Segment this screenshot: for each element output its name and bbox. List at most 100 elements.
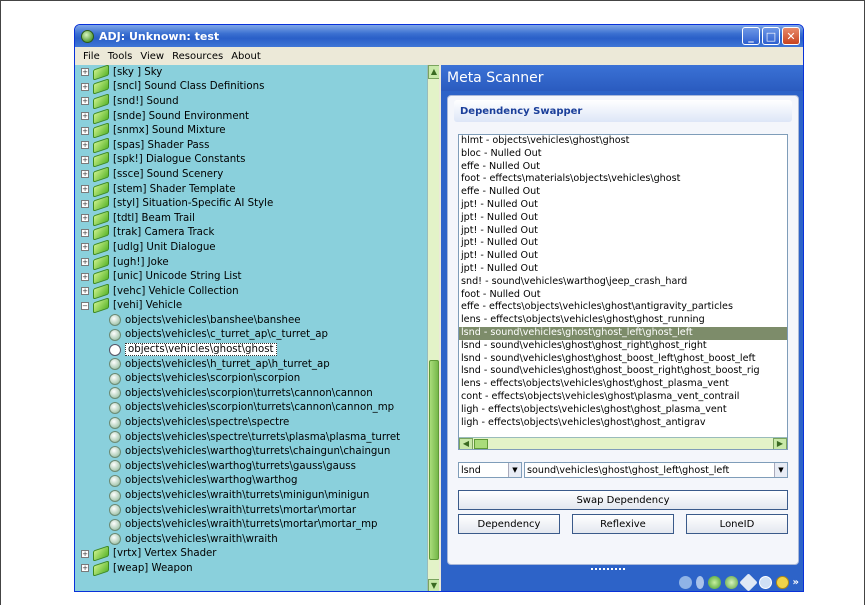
tree-child-item[interactable]: objects\vehicles\ghost\ghost bbox=[75, 342, 439, 357]
expand-icon[interactable]: + bbox=[81, 68, 89, 77]
dependency-item[interactable]: jpt! - Nulled Out bbox=[459, 225, 787, 238]
expand-icon[interactable]: + bbox=[81, 258, 89, 267]
dependency-item[interactable]: effe - Nulled Out bbox=[459, 186, 787, 199]
dependency-item[interactable]: ligh - effects\objects\vehicles\ghost\gh… bbox=[459, 417, 787, 430]
chevron-down-icon[interactable]: ▼ bbox=[508, 463, 521, 477]
dependency-item[interactable]: jpt! - Nulled Out bbox=[459, 212, 787, 225]
tree-tag-item[interactable]: + [spk!] Dialogue Constants bbox=[75, 151, 439, 168]
expand-icon[interactable]: + bbox=[81, 214, 89, 223]
tree-tag-item[interactable]: + [snmx] Sound Mixture bbox=[75, 122, 439, 139]
tree-tag-item[interactable]: + [weap] Weapon bbox=[75, 560, 439, 577]
expand-icon[interactable]: + bbox=[81, 272, 89, 281]
tree-child-item[interactable]: objects\vehicles\h_turret_ap\h_turret_ap bbox=[75, 357, 439, 372]
tree-child-item[interactable]: objects\vehicles\warthog\warthog bbox=[75, 474, 439, 489]
tree-child-item[interactable]: objects\vehicles\spectre\turrets\plasma\… bbox=[75, 430, 439, 445]
scroll-left-arrow[interactable]: ◀ bbox=[459, 438, 473, 449]
minimize-button[interactable]: _ bbox=[742, 27, 760, 45]
expand-icon[interactable]: + bbox=[81, 185, 89, 194]
tree-child-item[interactable]: objects\vehicles\wraith\turrets\minigun\… bbox=[75, 488, 439, 503]
tree-child-item[interactable]: objects\vehicles\warthog\turrets\chaingu… bbox=[75, 444, 439, 459]
hscroll-thumb[interactable] bbox=[474, 439, 488, 449]
expand-icon[interactable]: + bbox=[81, 170, 89, 179]
type-select[interactable]: lsnd ▼ bbox=[458, 462, 522, 478]
dependency-item[interactable]: bloc - Nulled Out bbox=[459, 148, 787, 161]
tree-tag-item[interactable]: + [ssce] Sound Scenery bbox=[75, 166, 439, 183]
tree-tag-item[interactable]: + [udlg] Unit Dialogue bbox=[75, 239, 439, 256]
tree-child-item[interactable]: objects\vehicles\scorpion\turrets\cannon… bbox=[75, 401, 439, 416]
tree-tag-item[interactable]: + [sncl] Sound Class Definitions bbox=[75, 78, 439, 95]
dependency-item[interactable]: hlmt - objects\vehicles\ghost\ghost bbox=[459, 135, 787, 148]
expand-icon[interactable]: + bbox=[81, 228, 89, 237]
tree-child-item[interactable]: objects\vehicles\warthog\turrets\gauss\g… bbox=[75, 459, 439, 474]
dependency-item[interactable]: jpt! - Nulled Out bbox=[459, 263, 787, 276]
scroll-down-arrow[interactable]: ▼ bbox=[428, 579, 439, 591]
dependency-item[interactable]: lsnd - sound\vehicles\ghost\ghost_right\… bbox=[459, 340, 787, 353]
tree-tag-item[interactable]: + [unic] Unicode String List bbox=[75, 268, 439, 285]
swap-dependency-button[interactable]: Swap Dependency bbox=[458, 490, 788, 510]
tree-tag-item[interactable]: + [spas] Shader Pass bbox=[75, 137, 439, 154]
dependency-item[interactable]: snd! - sound\vehicles\warthog\jeep_crash… bbox=[459, 276, 787, 289]
expand-icon[interactable]: + bbox=[81, 155, 89, 164]
reflexive-button[interactable]: Reflexive bbox=[572, 514, 674, 534]
dependency-item[interactable]: lens - effects\objects\vehicles\ghost\gh… bbox=[459, 378, 787, 391]
dependency-item[interactable]: ligh - effects\objects\vehicles\ghost\gh… bbox=[459, 404, 787, 417]
tree-tag-item[interactable]: + [sky ] Sky bbox=[75, 65, 439, 81]
menu-resources[interactable]: Resources bbox=[168, 51, 227, 62]
expand-icon[interactable]: + bbox=[81, 82, 89, 91]
more-icon[interactable]: » bbox=[793, 577, 799, 588]
tree-tag-item[interactable]: + [snde] Sound Environment bbox=[75, 107, 439, 125]
tree-child-item[interactable]: objects\vehicles\spectre\spectre bbox=[75, 415, 439, 430]
dependency-item[interactable]: lens - effects\objects\vehicles\ghost\gh… bbox=[459, 314, 787, 327]
dependency-item[interactable]: cont - effects\objects\vehicles\ghost\pl… bbox=[459, 391, 787, 404]
dependency-item[interactable]: foot - Nulled Out bbox=[459, 289, 787, 302]
menu-view[interactable]: View bbox=[136, 51, 168, 62]
expand-icon[interactable]: + bbox=[81, 112, 89, 121]
title-bar[interactable]: ADJ: Unknown: test _ □ ✕ bbox=[75, 25, 803, 47]
tree-child-item[interactable]: objects\vehicles\wraith\wraith bbox=[75, 532, 439, 547]
expand-icon[interactable]: + bbox=[81, 243, 89, 252]
gear-icon[interactable] bbox=[775, 576, 789, 589]
tree-tag-item[interactable]: + [snd!] Sound bbox=[75, 93, 439, 110]
dependency-item[interactable]: lsnd - sound\vehicles\ghost\ghost_left\g… bbox=[459, 326, 787, 340]
tree-child-item[interactable]: objects\vehicles\banshee\banshee bbox=[75, 313, 439, 328]
expand-icon[interactable]: + bbox=[81, 564, 89, 573]
scroll-up-arrow[interactable]: ▲ bbox=[428, 65, 439, 79]
bulb-icon[interactable] bbox=[695, 576, 704, 589]
dependency-item[interactable]: jpt! - Nulled Out bbox=[459, 199, 787, 212]
scroll-thumb[interactable] bbox=[429, 360, 439, 560]
dependency-item[interactable]: jpt! - Nulled Out bbox=[459, 237, 787, 250]
tree-child-item[interactable]: objects\vehicles\c_turret_ap\c_turret_ap bbox=[75, 328, 439, 343]
tree-tag-item[interactable]: + [vehc] Vehicle Collection bbox=[75, 283, 439, 300]
dependency-item[interactable]: jpt! - Nulled Out bbox=[459, 250, 787, 263]
tree-tag-item[interactable]: + [ugh!] Joke bbox=[75, 253, 439, 271]
expand-icon[interactable]: + bbox=[81, 287, 89, 296]
scroll-right-arrow[interactable]: ▶ bbox=[773, 438, 787, 449]
chevron-down-icon[interactable]: ▼ bbox=[774, 463, 787, 477]
tree-tag-item[interactable]: + [stem] Shader Template bbox=[75, 180, 439, 198]
menu-about[interactable]: About bbox=[227, 51, 265, 62]
dependency-item[interactable]: foot - effects\materials\objects\vehicle… bbox=[459, 173, 787, 186]
expand-icon[interactable]: + bbox=[81, 199, 89, 208]
resize-grip[interactable] bbox=[591, 568, 625, 571]
tree-child-item[interactable]: objects\vehicles\scorpion\turrets\cannon… bbox=[75, 386, 439, 401]
collapse-icon[interactable]: − bbox=[81, 301, 89, 310]
arrow-icon[interactable] bbox=[678, 576, 692, 589]
tree-child-item[interactable]: objects\vehicles\wraith\turrets\mortar\m… bbox=[75, 503, 439, 518]
loneid-button[interactable]: LoneID bbox=[686, 514, 788, 534]
expand-icon[interactable]: + bbox=[81, 141, 89, 150]
tag-tree[interactable]: + [sky ] Sky + [sncl] Sound Class Definitio… bbox=[75, 65, 439, 591]
close-button[interactable]: ✕ bbox=[782, 27, 800, 45]
dependency-button[interactable]: Dependency bbox=[458, 514, 560, 534]
globe-icon[interactable] bbox=[707, 576, 721, 589]
leaf-icon[interactable] bbox=[724, 576, 738, 589]
path-select[interactable]: sound\vehicles\ghost\ghost_left\ghost_le… bbox=[524, 462, 788, 478]
list-hscrollbar[interactable]: ◀ ▶ bbox=[459, 437, 787, 449]
diamond-icon[interactable] bbox=[738, 573, 758, 591]
maximize-button[interactable]: □ bbox=[762, 27, 780, 45]
dependency-list[interactable]: hlmt - objects\vehicles\ghost\ghost bloc … bbox=[458, 134, 788, 450]
tree-tag-item[interactable]: + [vrtx] Vertex Shader bbox=[75, 545, 439, 562]
expand-icon[interactable]: + bbox=[81, 126, 89, 135]
dependency-item[interactable]: lsnd - sound\vehicles\ghost\ghost_boost_… bbox=[459, 365, 787, 378]
tree-tag-item[interactable]: + [styl] Situation-Specific AI Style bbox=[75, 195, 439, 212]
dependency-item[interactable]: lsnd - sound\vehicles\ghost\ghost_boost_… bbox=[459, 353, 787, 366]
